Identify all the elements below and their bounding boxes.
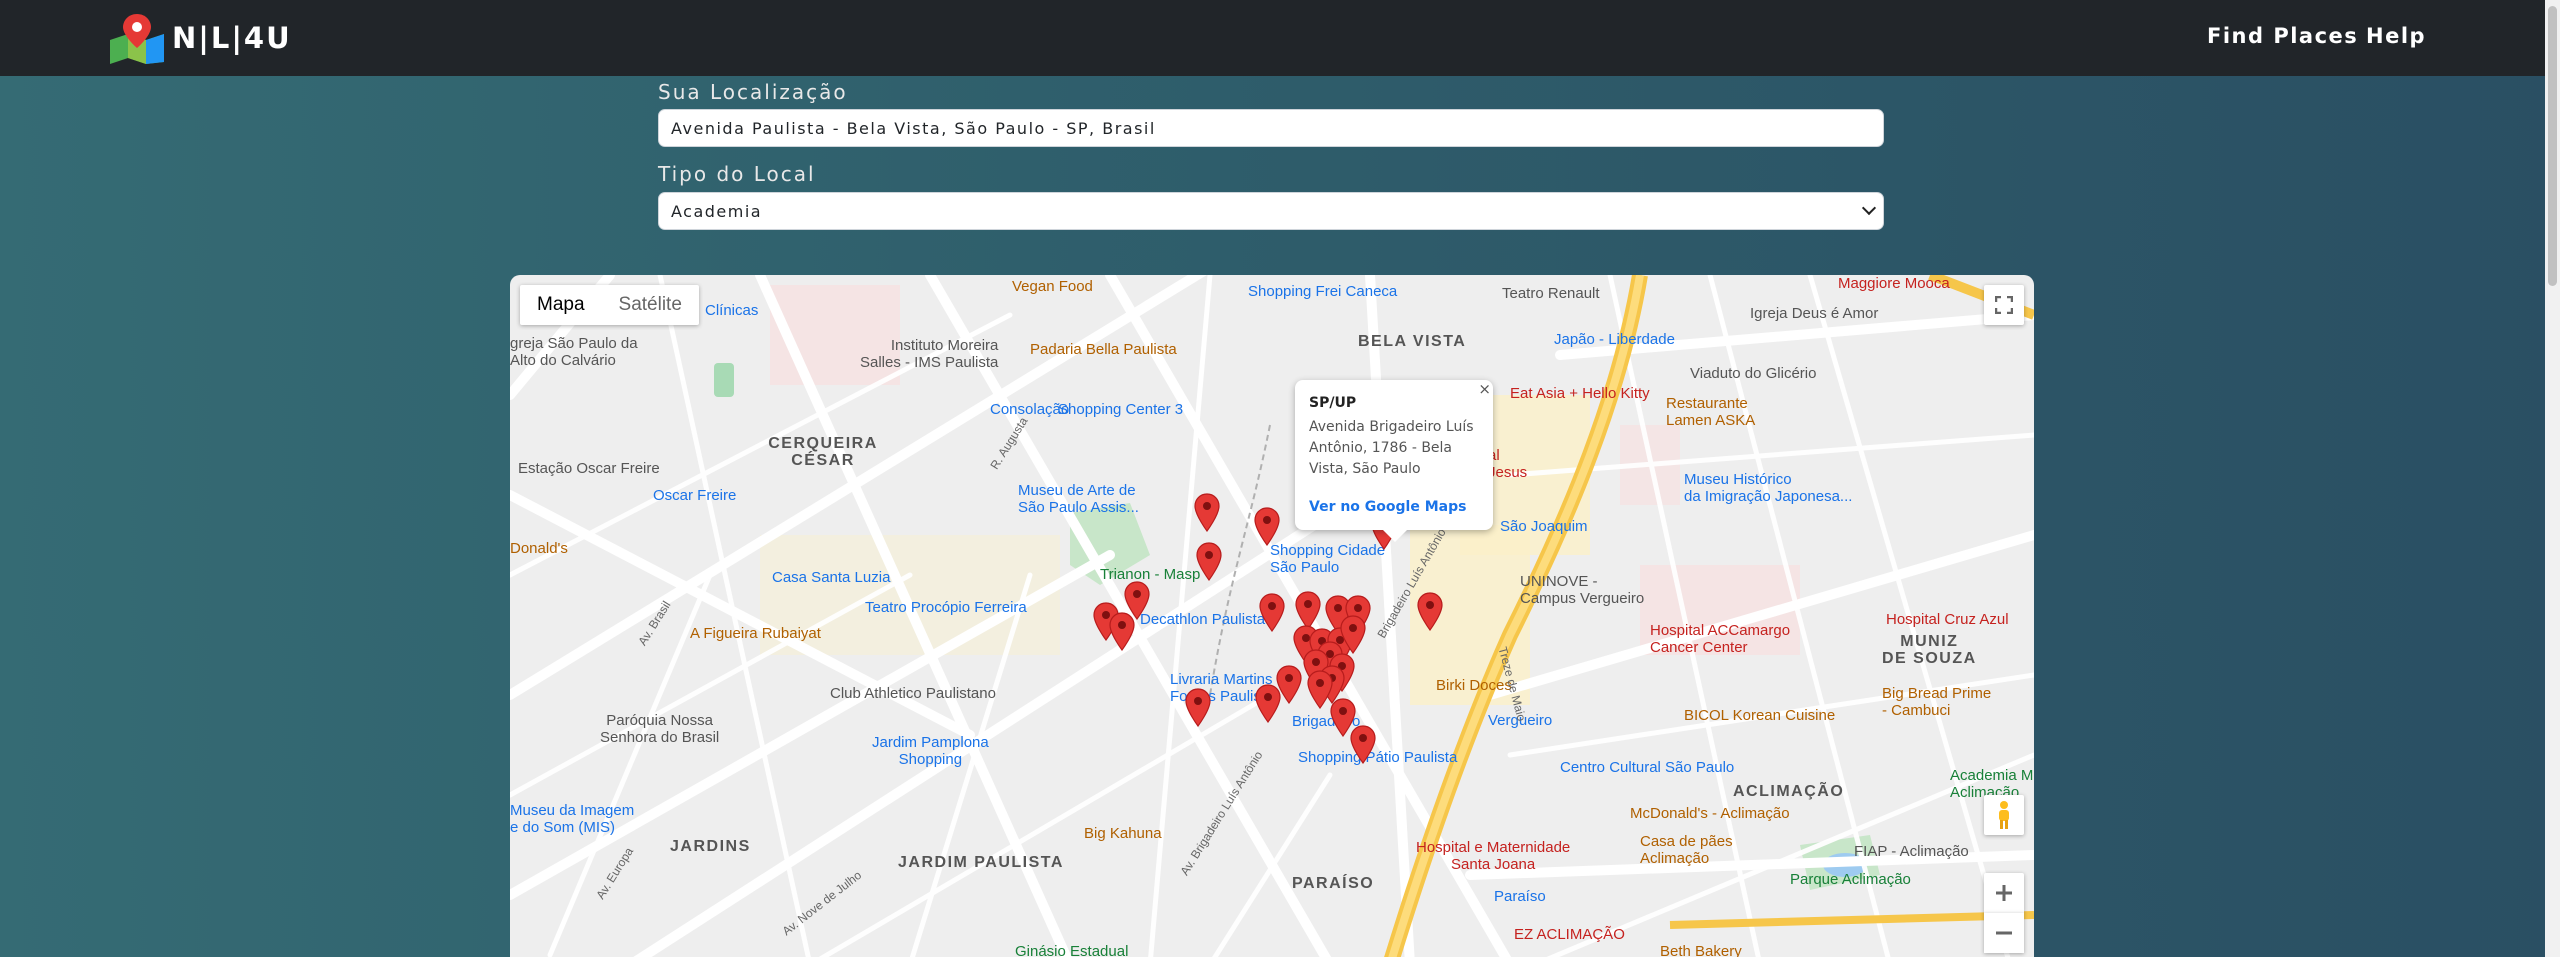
label-big-bread: Big Bread Prime - Cambuci xyxy=(1882,685,1992,719)
place-title: SP/UP xyxy=(1309,395,1357,411)
label-cerqueira-cesar: CERQUEIRA CÉSAR xyxy=(768,435,878,469)
place-type-label: Tipo do Local xyxy=(658,162,816,186)
label-hospital-maternidade: Hospital e Maternidade Santa Joana xyxy=(1416,839,1571,873)
label-masp: Museu de Arte de São Paulo Assis... xyxy=(1018,482,1139,516)
label-centro-cultural: Centro Cultural São Paulo xyxy=(1560,759,1735,776)
google-maps-link[interactable]: Ver no Google Maps xyxy=(1309,499,1466,515)
label-paraiso: PARAÍSO xyxy=(1292,875,1375,892)
location-label: Sua Localização xyxy=(658,80,848,104)
map-type-satelite-button[interactable]: Satélite xyxy=(602,285,699,325)
label-instituto-moreira: Instituto Moreira Salles - IMS Paulista xyxy=(860,337,999,371)
label-paroquia: Paróquia Nossa Senhora do Brasil xyxy=(600,712,720,746)
map-marker-icon[interactable] xyxy=(1307,670,1333,710)
label-hospital-cruz-azul: Hospital Cruz Azul xyxy=(1886,611,2009,628)
brand-text: N|L|4U xyxy=(172,21,292,55)
map-marker-icon[interactable] xyxy=(1417,592,1443,632)
label-trianon: Trianon - Masp xyxy=(1100,566,1201,583)
label-clinicas: Clínicas xyxy=(705,302,759,319)
pegman-icon xyxy=(1999,801,2009,829)
label-hospital-accamargo: Hospital ACCamargo Cancer Center xyxy=(1650,622,1791,656)
label-mcdonalds-aclimacao: McDonald's - Aclimação xyxy=(1630,805,1790,822)
label-eat-asia: Eat Asia + Hello Kitty xyxy=(1510,385,1650,402)
label-jardim-paulista: JARDIM PAULISTA xyxy=(898,854,1064,871)
map-marker-icon[interactable] xyxy=(1259,593,1285,633)
label-muniz-de-souza: MUNIZ DE SOUZA xyxy=(1882,633,1977,667)
label-parque-aclimacao: Parque Aclimação xyxy=(1790,871,1911,888)
fullscreen-button[interactable] xyxy=(1984,285,2024,325)
label-igreja-sao-paulo: greja São Paulo da Alto do Calvário xyxy=(510,335,638,369)
map-marker-icon[interactable] xyxy=(1194,493,1220,533)
label-museu-imagem: Museu da Imagem e do Som (MIS) xyxy=(510,802,635,836)
map-marker-icon[interactable] xyxy=(1196,542,1222,582)
label-liberdade: Japão - Liberdade xyxy=(1554,331,1675,348)
label-bicol: BICOL Korean Cuisine xyxy=(1684,707,1836,724)
scrollbar-thumb[interactable] xyxy=(2548,6,2557,286)
label-bela-vista: BELA VISTA xyxy=(1358,333,1467,350)
label-sao-joaquim: São Joaquim xyxy=(1500,518,1588,535)
map-marker-icon[interactable] xyxy=(1350,725,1376,765)
label-paraiso-metro: Paraíso xyxy=(1494,888,1546,905)
label-shopping-cidade: Shopping Cidade São Paulo xyxy=(1270,542,1386,576)
label-shopping-frei-caneca: Shopping Frei Caneca xyxy=(1248,283,1398,300)
label-shopping-patio: Shopping Pátio Paulista xyxy=(1298,749,1458,766)
label-estacao-oscar: Estação Oscar Freire xyxy=(518,460,660,477)
map-view[interactable]: BELA VISTA CERQUEIRA CÉSAR JARDINS JARDI… xyxy=(510,275,2034,957)
label-uninove: UNINOVE - Campus Vergueiro xyxy=(1520,573,1645,607)
map-marker-icon[interactable] xyxy=(1109,612,1135,652)
zoom-in-icon xyxy=(1996,885,2012,901)
label-maggiore: Maggiore Mooca xyxy=(1838,275,1950,292)
label-big-kahuna: Big Kahuna xyxy=(1084,825,1162,842)
map-marker-icon[interactable] xyxy=(1340,615,1366,655)
label-padaria: Padaria Bella Paulista xyxy=(1030,341,1177,358)
label-club-athletico: Club Athletico Paulistano xyxy=(830,685,996,702)
map-marker-icon[interactable] xyxy=(1254,507,1280,547)
label-jesus: al Jesus xyxy=(1488,447,1528,481)
label-beth-bakery: Beth Bakery xyxy=(1660,943,1742,957)
label-igreja-deus: Igreja Deus é Amor xyxy=(1750,305,1879,322)
label-ginasio: Ginásio Estadual xyxy=(1015,943,1129,957)
brand[interactable]: N|L|4U xyxy=(108,12,292,64)
top-navbar: N|L|4U Find Places Help xyxy=(0,0,2545,76)
label-oscar-freire: Oscar Freire xyxy=(653,487,737,504)
label-museu-historico: Museu Histórico da Imigração Japonesa... xyxy=(1684,471,1853,505)
close-icon[interactable]: × xyxy=(1478,380,1491,398)
zoom-in-button[interactable] xyxy=(1984,873,2024,913)
label-shopping-center-3: Shopping Center 3 xyxy=(1058,401,1184,418)
label-teatro-renault: Teatro Renault xyxy=(1502,285,1600,302)
label-decathlon: Decathlon Paulista xyxy=(1140,611,1266,628)
zoom-out-icon xyxy=(1996,931,2012,935)
map-marker-icon[interactable] xyxy=(1276,665,1302,705)
nav-find-places[interactable]: Find Places xyxy=(2207,24,2358,48)
label-casa-de-paes: Casa de pães Aclimação xyxy=(1640,833,1733,867)
map-marker-icon[interactable] xyxy=(1185,688,1211,728)
fullscreen-icon xyxy=(1995,296,2013,314)
zoom-out-button[interactable] xyxy=(1984,913,2024,953)
label-a-figueira: A Figueira Rubaiyat xyxy=(690,625,821,642)
label-restaurante-aska: Restaurante Lamen ASKA xyxy=(1666,395,1756,429)
map-type-control: Mapa Satélite xyxy=(520,285,699,325)
label-vegan-food: Vegan Food xyxy=(1012,278,1093,295)
label-fiap: FIAP - Aclimação xyxy=(1854,843,1969,860)
label-jardins: JARDINS xyxy=(670,838,751,855)
nav-help[interactable]: Help xyxy=(2366,24,2426,48)
label-birki-doces: Birki Doces xyxy=(1436,677,1512,694)
place-type-select[interactable]: Academia xyxy=(658,192,1884,230)
place-address: Avenida Brigadeiro Luís Antônio, 1786 - … xyxy=(1309,419,1474,477)
label-viaduto: Viaduto do Glicério xyxy=(1690,365,1817,382)
label-casa-santa-luzia: Casa Santa Luzia xyxy=(772,569,891,586)
location-input[interactable] xyxy=(658,109,1884,147)
label-mcdonalds-left: Donald's xyxy=(510,540,568,557)
label-teatro-procopio: Teatro Procópio Ferreira xyxy=(865,599,1027,616)
label-aclimacao: ACLIMAÇÃO xyxy=(1733,783,1845,800)
label-ez-aclimacao: EZ ACLIMAÇÃO xyxy=(1514,926,1625,943)
street-view-button[interactable] xyxy=(1984,795,2024,835)
logo-map-pin-icon xyxy=(110,14,164,64)
label-jardim-pamplona: Jardim Pamplona Shopping xyxy=(872,734,989,768)
page-scrollbar[interactable] xyxy=(2545,0,2560,957)
map-type-mapa-button[interactable]: Mapa xyxy=(520,285,602,325)
place-info-window: × SP/UP Avenida Brigadeiro Luís Antônio,… xyxy=(1295,380,1493,542)
